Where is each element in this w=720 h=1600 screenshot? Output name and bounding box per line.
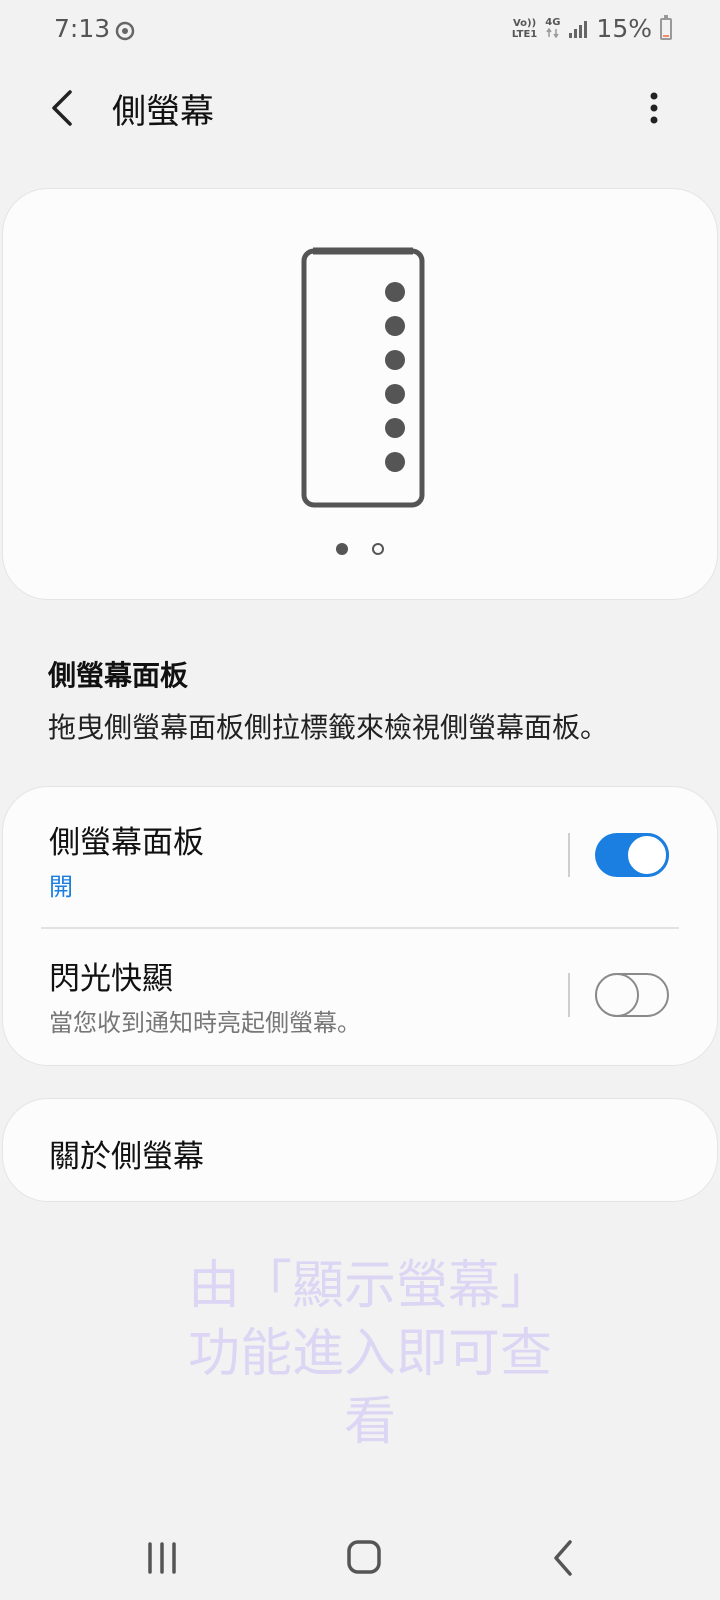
network-indicator: 4G bbox=[545, 17, 560, 41]
edge-panels-title: 側螢幕面板 bbox=[49, 825, 204, 861]
app-bar: 側螢幕 bbox=[0, 64, 720, 152]
volte-bottom-text: LTE1 bbox=[511, 28, 538, 40]
more-options-icon[interactable] bbox=[644, 86, 664, 130]
volte-top-text: Vo)) bbox=[512, 17, 537, 29]
edge-panels-row[interactable]: 側螢幕面板 開 bbox=[3, 787, 717, 925]
row-divider bbox=[568, 833, 570, 877]
status-indicators: Vo)) LTE1 4G 15% bbox=[512, 14, 672, 43]
signal-icon bbox=[569, 20, 588, 38]
page-indicator bbox=[3, 543, 717, 555]
toggle-knob bbox=[595, 973, 639, 1017]
row-divider bbox=[568, 973, 570, 1017]
status-bar: 7:13 Vo)) LTE1 4G 15% bbox=[0, 0, 720, 64]
back-nav-icon[interactable] bbox=[540, 1536, 588, 1580]
data-arrows-icon bbox=[546, 27, 559, 38]
section-description: 拖曳側螢幕面板側拉標籤來檢視側螢幕面板。 bbox=[48, 711, 609, 744]
section-heading: 側螢幕面板 bbox=[48, 659, 189, 692]
edge-lighting-toggle[interactable] bbox=[595, 973, 669, 1017]
edge-lighting-row[interactable]: 閃光快顯 當您收到通知時亮起側螢幕。 bbox=[3, 927, 717, 1065]
watermark-line: 由「顯示螢幕」 bbox=[187, 1256, 552, 1316]
volte-indicator: Vo)) LTE1 bbox=[512, 18, 537, 40]
edge-panels-status: 開 bbox=[49, 873, 73, 901]
battery-icon bbox=[660, 14, 672, 40]
edge-lighting-description: 當您收到通知時亮起側螢幕。 bbox=[49, 1009, 361, 1037]
watermark-line: 看 bbox=[343, 1392, 396, 1452]
page-dot-active[interactable] bbox=[336, 543, 348, 555]
page-dot-inactive[interactable] bbox=[372, 543, 384, 555]
recent-apps-icon[interactable] bbox=[138, 1536, 186, 1580]
watermark-overlay: 由「顯示螢幕」 功能進入即可查 看 bbox=[140, 1252, 600, 1456]
navigation-bar bbox=[0, 1516, 720, 1600]
about-edge-screen-item[interactable]: 關於側螢幕 bbox=[2, 1098, 718, 1202]
home-icon[interactable] bbox=[340, 1536, 388, 1580]
toggle-knob bbox=[625, 833, 669, 877]
edge-lighting-title: 閃光快顯 bbox=[49, 961, 173, 997]
about-edge-screen-label: 關於側螢幕 bbox=[49, 1139, 204, 1175]
battery-percentage: 15% bbox=[596, 14, 652, 43]
battery-fill bbox=[663, 34, 669, 37]
network-type-text: 4G bbox=[545, 16, 561, 28]
status-time: 7:13 bbox=[54, 14, 111, 43]
edge-panels-toggle[interactable] bbox=[595, 833, 669, 877]
watermark-line: 功能進入即可查 bbox=[187, 1324, 552, 1384]
page-title: 側螢幕 bbox=[112, 92, 214, 132]
sync-icon bbox=[115, 21, 135, 41]
preview-card[interactable] bbox=[2, 188, 718, 600]
back-arrow-icon[interactable] bbox=[44, 86, 84, 130]
phone-edge-panel-illustration bbox=[301, 247, 425, 508]
settings-card: 側螢幕面板 開 閃光快顯 當您收到通知時亮起側螢幕。 bbox=[2, 786, 718, 1066]
